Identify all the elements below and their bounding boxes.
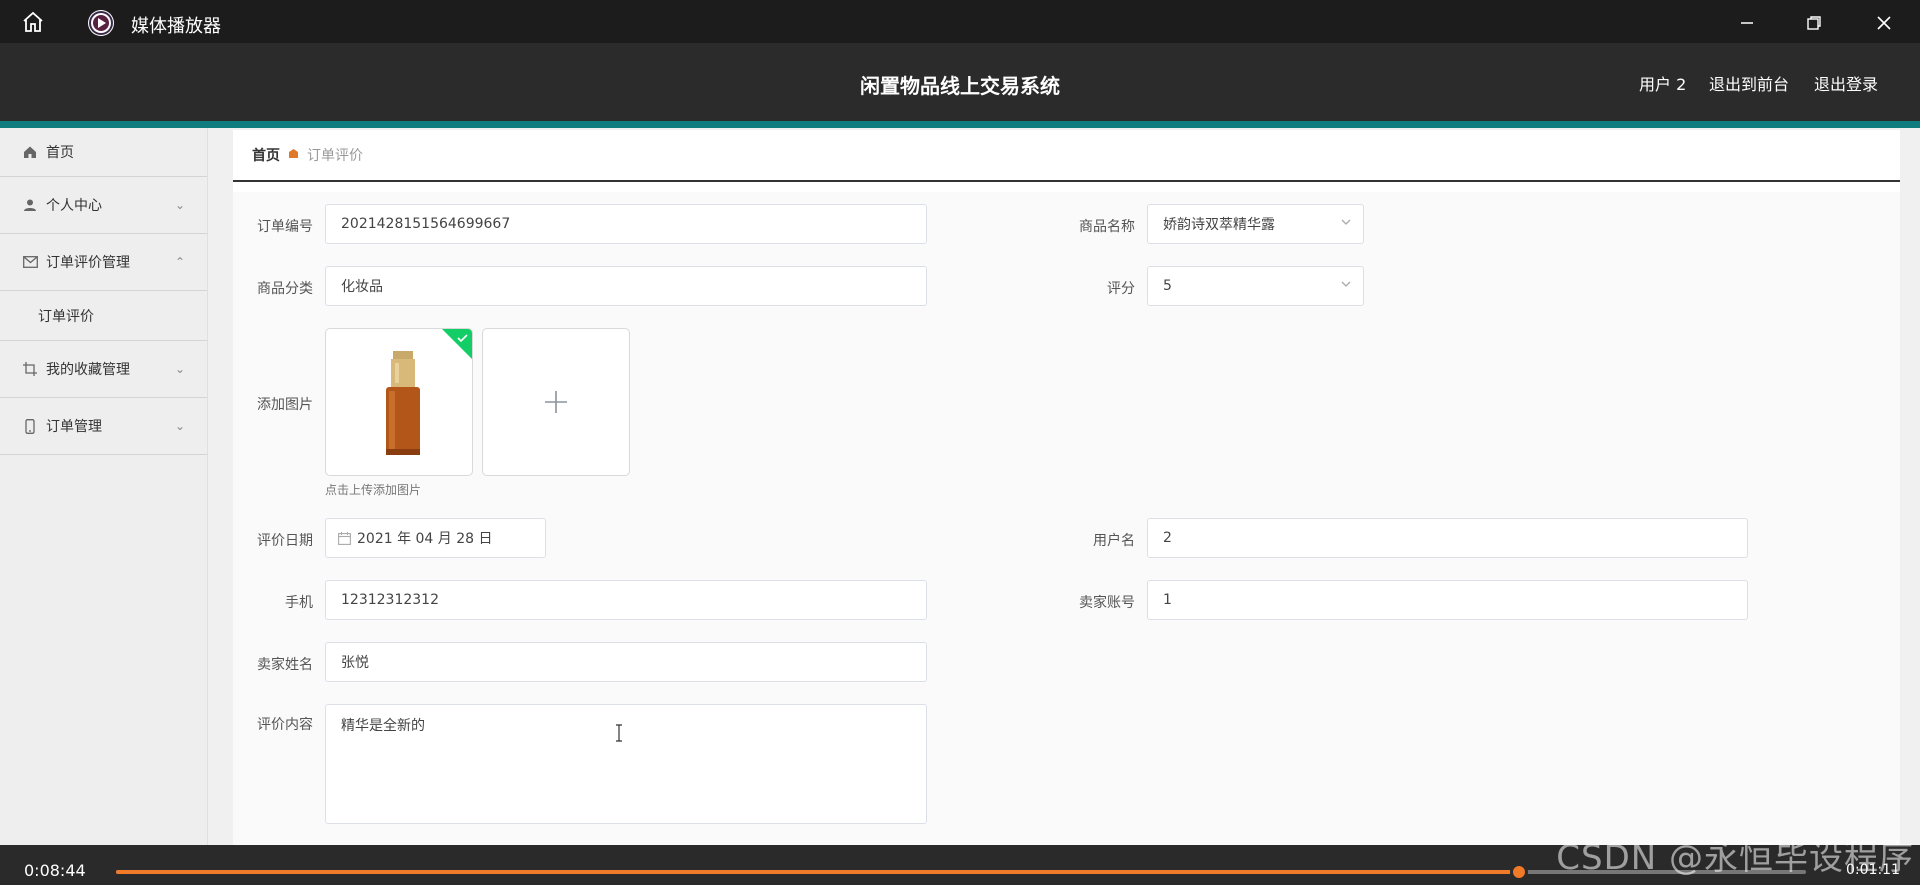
restore-icon[interactable] [1801,10,1827,36]
uploaded-image-thumbnail[interactable] [325,328,473,476]
phone-input[interactable]: 12312312312 [325,580,927,620]
rating-select[interactable]: 5 [1147,266,1364,306]
sidebar-item-review-management[interactable]: 订单评价管理 ⌃ [0,234,207,291]
sidebar-subitem-order-review[interactable]: 订单评价 [0,291,207,341]
home-icon[interactable] [20,9,46,35]
minimize-icon[interactable] [1734,10,1760,36]
username-label: 用户名 [1093,533,1135,549]
player-titlebar: 媒体播放器 [0,0,1920,43]
crop-icon [22,361,38,377]
rating-label: 评分 [1107,281,1135,297]
review-date-value: 2021 年 04 月 28 日 [357,531,493,547]
user-label: 用户 2 [1639,75,1687,94]
review-content-label: 评价内容 [257,717,313,733]
sidebar-item-order-management[interactable]: 订单管理 ⌄ [0,398,207,455]
chevron-down-icon: ⌄ [174,198,185,212]
header-accent-bar [0,121,1920,128]
seller-account-input[interactable]: 1 [1147,580,1748,620]
upload-tip: 点击上传添加图片 [325,483,422,497]
phone-icon [22,418,38,434]
category-input[interactable]: 化妆品 [325,266,927,306]
app-title: 闲置物品线上交易系统 [860,74,1060,98]
seller-name-label: 卖家姓名 [257,657,313,673]
chevron-up-icon: ⌃ [174,255,185,269]
seller-account-label: 卖家账号 [1079,595,1135,611]
app-header: 闲置物品线上交易系统 用户 2 退出到前台 退出登录 [0,43,1920,121]
order-no-input[interactable]: 2021428151564699667 [325,204,927,244]
review-content-textarea[interactable]: 精华是全新的 [325,704,927,824]
breadcrumb: 首页 订单评价 [233,130,1900,182]
seek-bar-progress [116,870,1519,874]
product-name-select[interactable]: 娇韵诗双萃精华露 [1147,204,1364,244]
seek-bar[interactable] [116,863,1806,881]
sidebar-item-favorites-management[interactable]: 我的收藏管理 ⌄ [0,341,207,398]
media-player-logo-icon [88,10,114,36]
sidebar-item-label: 订单管理 [46,419,102,435]
rating-value: 5 [1163,278,1172,294]
back-to-front-link[interactable]: 退出到前台 [1709,71,1789,95]
sidebar: 首页 个人中心 ⌄ 订单评价管理 ⌃ 订单评价 我的收藏管理 ⌄ 订单管理 ⌄ [0,128,208,845]
add-image-button[interactable] [482,328,630,476]
logout-link[interactable]: 退出登录 [1814,71,1878,95]
sidebar-item-label: 首页 [46,145,74,161]
chevron-down-icon [1341,279,1351,292]
main-content: 首页 订单评价 订单编号 2021428151564699667 商品名称 娇韵… [233,130,1900,845]
mail-icon [22,254,38,270]
sidebar-item-label: 我的收藏管理 [46,362,130,378]
plus-icon [545,391,567,413]
text-cursor-icon [616,724,622,742]
username-input[interactable]: 2 [1147,518,1748,558]
user-icon [22,197,38,213]
category-label: 商品分类 [257,281,313,297]
calendar-icon [338,531,351,545]
review-date-label: 评价日期 [257,533,313,549]
add-image-label: 添加图片 [257,397,313,413]
watermark: CSDN @永恒毕设程序 [1556,838,1914,878]
breadcrumb-current: 订单评价 [307,148,363,164]
seek-handle[interactable] [1509,863,1528,881]
breadcrumb-separator-icon [288,148,299,162]
chevron-down-icon: ⌄ [174,362,185,376]
chevron-down-icon [1341,217,1351,230]
product-name-value: 娇韵诗双萃精华露 [1163,217,1275,233]
review-date-picker[interactable]: 2021 年 04 月 28 日 [325,518,546,558]
phone-label: 手机 [285,595,313,611]
sidebar-item-label: 订单评价管理 [46,255,130,271]
player-title: 媒体播放器 [131,16,221,37]
close-icon[interactable] [1871,10,1897,36]
order-no-label: 订单编号 [257,219,313,235]
breadcrumb-home[interactable]: 首页 [252,145,280,165]
sidebar-item-label: 个人中心 [46,198,102,214]
uploaded-check-icon [442,329,472,359]
chevron-down-icon: ⌄ [174,419,185,433]
sidebar-item-personal-center[interactable]: 个人中心 ⌄ [0,177,207,234]
sidebar-item-home[interactable]: 首页 [0,128,207,177]
product-name-label: 商品名称 [1079,219,1135,235]
review-form: 订单编号 2021428151564699667 商品名称 娇韵诗双萃精华露 商… [233,192,1900,845]
time-elapsed: 0:08:44 [24,861,86,880]
home-icon [22,144,38,160]
seller-name-input[interactable]: 张悦 [325,642,927,682]
